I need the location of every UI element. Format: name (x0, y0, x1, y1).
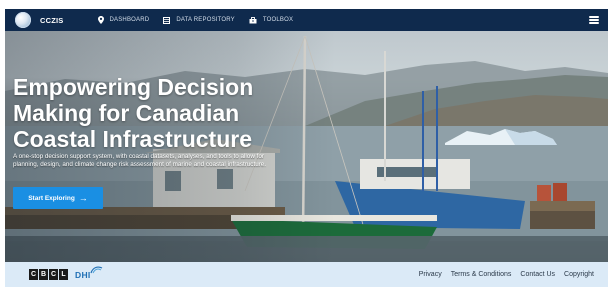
nav-dashboard-label: DASHBOARD (109, 17, 150, 23)
footer-link-copyright[interactable]: Copyright (564, 271, 594, 278)
arrow-right-icon: → (78, 192, 88, 203)
cbcl-logo: CBCL (29, 269, 69, 280)
footer-link-contact[interactable]: Contact Us (520, 271, 555, 278)
nav-data-repository-label: DATA REPOSITORY (176, 17, 235, 23)
footer-link-terms[interactable]: Terms & Conditions (451, 271, 512, 278)
nav-data-repository[interactable]: DATA REPOSITORY (163, 16, 235, 24)
hero-subtitle: A one-stop decision support system, with… (13, 153, 267, 169)
page: CCZIS DASHBOARD DATA REPOSITORY TOOLBOX (0, 0, 610, 287)
dhi-logo: DHI (75, 265, 103, 280)
footer-link-privacy[interactable]: Privacy (419, 271, 442, 278)
main-nav: DASHBOARD DATA REPOSITORY TOOLBOX (97, 16, 308, 24)
hero-banner: Empowering Decision Making for Canadian … (5, 31, 608, 262)
hero-title: Empowering Decision Making for Canadian … (13, 74, 254, 152)
nav-toolbox-label: TOOLBOX (262, 17, 294, 23)
footer: CBCL DHI Privacy Terms & Conditions Cont… (5, 262, 608, 287)
nav-toolbox[interactable]: TOOLBOX (249, 16, 294, 24)
database-icon (163, 16, 171, 24)
brand-name: CCZIS (40, 15, 64, 25)
hamburger-menu-icon[interactable] (588, 14, 600, 26)
location-pin-icon (97, 16, 104, 24)
brand[interactable]: CCZIS (15, 12, 64, 28)
toolbox-icon (249, 16, 257, 23)
start-exploring-button[interactable]: Start Exploring → (13, 187, 103, 209)
nav-dashboard[interactable]: DASHBOARD (97, 16, 150, 24)
top-navbar: CCZIS DASHBOARD DATA REPOSITORY TOOLBOX (5, 9, 608, 31)
footer-links: Privacy Terms & Conditions Contact Us Co… (410, 262, 594, 287)
globe-logo-icon (15, 12, 31, 28)
start-exploring-label: Start Exploring (28, 194, 75, 202)
